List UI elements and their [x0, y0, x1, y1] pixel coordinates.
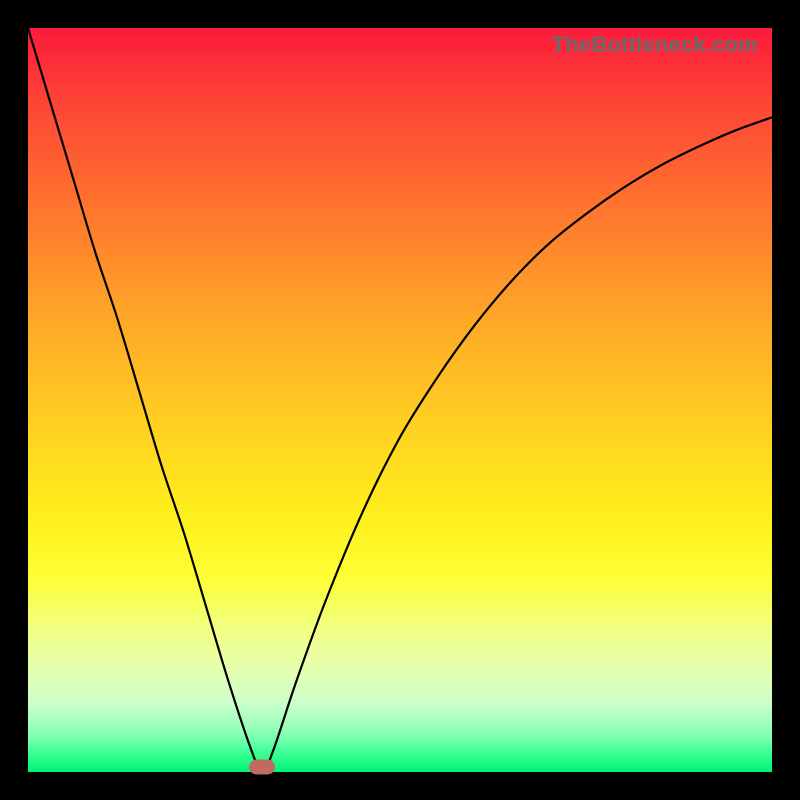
curve-svg: [28, 28, 772, 772]
bottleneck-curve: [28, 28, 772, 772]
optimum-marker: [249, 760, 275, 775]
plot-area: TheBottleneck.com: [28, 28, 772, 772]
chart-frame: TheBottleneck.com: [0, 0, 800, 800]
